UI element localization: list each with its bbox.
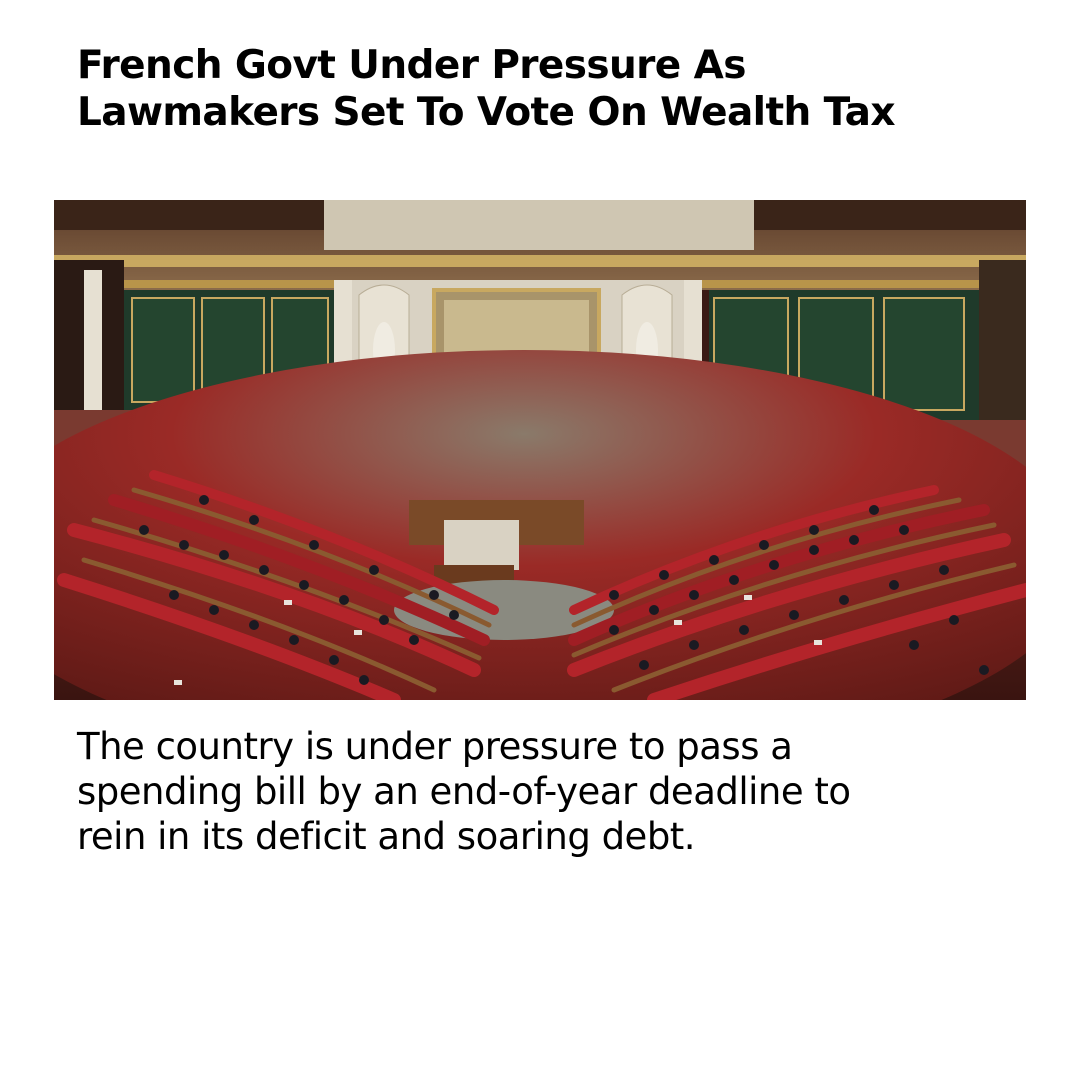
headline-line-2: Lawmakers Set To Vote On Wealth Tax xyxy=(77,90,895,135)
caption-line-1: The country is under pressure to pass a xyxy=(77,725,793,768)
parliament-chamber-image xyxy=(54,200,1026,700)
headline-line-1: French Govt Under Pressure As xyxy=(77,43,746,88)
caption-line-2: spending bill by an end-of-year deadline… xyxy=(77,770,851,813)
caption: The country is under pressure to pass a … xyxy=(77,724,1037,859)
caption-line-3: rein in its deficit and soaring debt. xyxy=(77,815,696,858)
article-photo xyxy=(54,200,1026,700)
headline: French Govt Under Pressure As Lawmakers … xyxy=(77,42,1037,136)
